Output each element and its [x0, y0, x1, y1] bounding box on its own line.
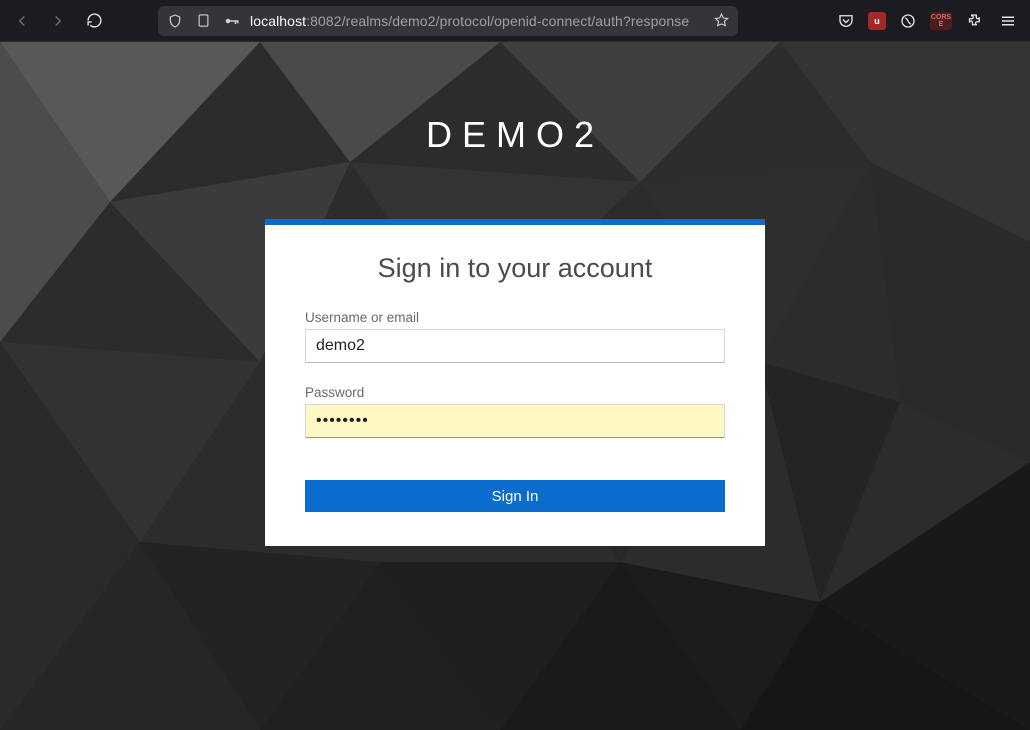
reload-button[interactable]: [82, 9, 106, 33]
url-text: localhost:8082/realms/demo2/protocol/ope…: [250, 13, 702, 29]
url-path: :8082/realms/demo2/protocol/openid-conne…: [306, 13, 689, 29]
password-label: Password: [305, 385, 725, 400]
bookmark-star-icon[interactable]: [712, 12, 730, 30]
password-field: Password: [305, 385, 725, 438]
app-menu-button[interactable]: [996, 9, 1020, 33]
noscript-icon[interactable]: [896, 9, 920, 33]
login-heading: Sign in to your account: [305, 253, 725, 284]
pocket-icon[interactable]: [834, 9, 858, 33]
login-card: Sign in to your account Username or emai…: [265, 219, 765, 546]
nav-forward-button[interactable]: [46, 9, 70, 33]
ublock-icon[interactable]: u: [868, 12, 886, 30]
username-field: Username or email: [305, 310, 725, 363]
extensions-block: u CORSE: [834, 9, 986, 33]
username-input[interactable]: [305, 329, 725, 363]
nav-back-button[interactable]: [10, 9, 34, 33]
username-label: Username or email: [305, 310, 725, 325]
realm-title: DEMO2: [0, 114, 1030, 156]
toolbar-right: u CORSE: [834, 9, 1020, 33]
password-input[interactable]: [305, 404, 725, 438]
url-bar[interactable]: localhost:8082/realms/demo2/protocol/ope…: [158, 6, 738, 36]
site-info-icon[interactable]: [194, 12, 212, 30]
page: DEMO2 Sign in to your account Username o…: [0, 42, 1030, 730]
tracking-protection-icon[interactable]: [166, 12, 184, 30]
extensions-puzzle-icon[interactable]: [962, 9, 986, 33]
password-key-icon[interactable]: [222, 12, 240, 30]
url-host: localhost: [250, 13, 306, 29]
cors-extension-icon[interactable]: CORSE: [930, 12, 952, 30]
browser-toolbar: localhost:8082/realms/demo2/protocol/ope…: [0, 0, 1030, 42]
sign-in-button[interactable]: Sign In: [305, 480, 725, 512]
